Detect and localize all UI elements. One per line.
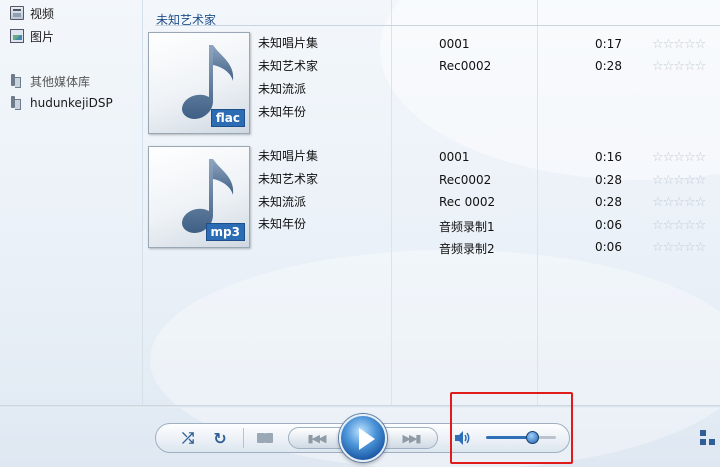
sidebar-item-label: 图片 [30, 29, 55, 44]
sidebar-item-other-libraries[interactable]: 其他媒体库 [10, 72, 90, 90]
column-divider [537, 0, 538, 405]
album-year[interactable]: 未知年份 [258, 215, 306, 232]
track-title[interactable]: 音频录制1 [439, 218, 495, 235]
track-title[interactable]: 音频录制2 [439, 240, 495, 257]
album-genre[interactable]: 未知流派 [258, 80, 306, 97]
play-button[interactable] [339, 414, 387, 462]
stop-button[interactable] [257, 430, 273, 446]
track-duration: 0:17 [595, 37, 622, 51]
track-title[interactable]: Rec 0002 [439, 195, 495, 209]
seek-bar[interactable] [0, 405, 720, 408]
track-duration: 0:16 [595, 150, 622, 164]
album-artist[interactable]: 未知艺术家 [258, 170, 318, 187]
sidebar-item-label: hudunkejiDSP [30, 96, 113, 110]
format-badge: mp3 [205, 223, 245, 241]
stop-icon [265, 433, 273, 443]
repeat-icon: ↻ [213, 428, 227, 448]
track-title[interactable]: 0001 [439, 150, 470, 164]
album-genre[interactable]: 未知流派 [258, 193, 306, 210]
track-title[interactable]: Rec0002 [439, 173, 491, 187]
album-artist[interactable]: 未知艺术家 [258, 57, 318, 74]
view-switch-icon [700, 430, 706, 436]
rating-stars[interactable]: ☆☆☆☆☆ [652, 241, 706, 254]
sidebar-item-pictures[interactable]: 图片 [10, 27, 54, 45]
control-divider [243, 428, 244, 448]
shuffle-icon: ⤮ [181, 429, 194, 447]
sidebar-item-hudunkejidsp[interactable]: hudunkejiDSP [10, 94, 113, 112]
view-switch-icon [709, 439, 715, 445]
track-title[interactable]: Rec0002 [439, 59, 491, 73]
picture-icon [10, 29, 24, 43]
media-player-window: 视频 图片 其他媒体库 hudunkejiDSP 未知艺术家 flac 未知唱片… [0, 0, 720, 467]
rating-stars[interactable]: ☆☆☆☆☆ [652, 151, 706, 164]
navigation-pane: 视频 图片 其他媒体库 hudunkejiDSP [0, 0, 143, 405]
format-badge: flac [210, 109, 245, 127]
album-art-flac[interactable]: flac [148, 32, 250, 134]
column-divider [391, 0, 392, 405]
sidebar-item-videos[interactable]: 视频 [10, 4, 54, 22]
track-title[interactable]: 0001 [439, 37, 470, 51]
sidebar-item-label: 其他媒体库 [30, 74, 91, 89]
previous-icon: ▮◀◀ [307, 431, 327, 445]
sidebar-item-label: 视频 [30, 6, 55, 21]
album-title[interactable]: 未知唱片集 [258, 34, 318, 51]
album-year[interactable]: 未知年份 [258, 103, 306, 120]
rating-stars[interactable]: ☆☆☆☆☆ [652, 60, 706, 73]
next-icon: ▶▶▮ [402, 431, 422, 445]
album-art-mp3[interactable]: mp3 [148, 146, 250, 248]
previous-button[interactable]: ▮◀◀ [288, 427, 344, 449]
library-icon [10, 96, 24, 110]
rating-stars[interactable]: ☆☆☆☆☆ [652, 174, 706, 187]
switch-to-now-playing-button[interactable] [700, 430, 718, 446]
album-title[interactable]: 未知唱片集 [258, 147, 318, 164]
group-divider [155, 25, 720, 26]
track-duration: 0:28 [595, 59, 622, 73]
rating-stars[interactable]: ☆☆☆☆☆ [652, 38, 706, 51]
view-switch-icon [700, 439, 706, 445]
track-duration: 0:28 [595, 195, 622, 209]
shuffle-button[interactable]: ⤮ [178, 428, 198, 448]
repeat-button[interactable]: ↻ [210, 428, 230, 448]
library-icon [10, 74, 24, 88]
rating-stars[interactable]: ☆☆☆☆☆ [652, 219, 706, 232]
next-button[interactable]: ▶▶▮ [384, 427, 438, 449]
track-duration: 0:28 [595, 173, 622, 187]
track-duration: 0:06 [595, 240, 622, 254]
rating-stars[interactable]: ☆☆☆☆☆ [652, 196, 706, 209]
video-icon [10, 6, 24, 20]
track-duration: 0:06 [595, 218, 622, 232]
volume-highlight-annotation [450, 392, 573, 464]
